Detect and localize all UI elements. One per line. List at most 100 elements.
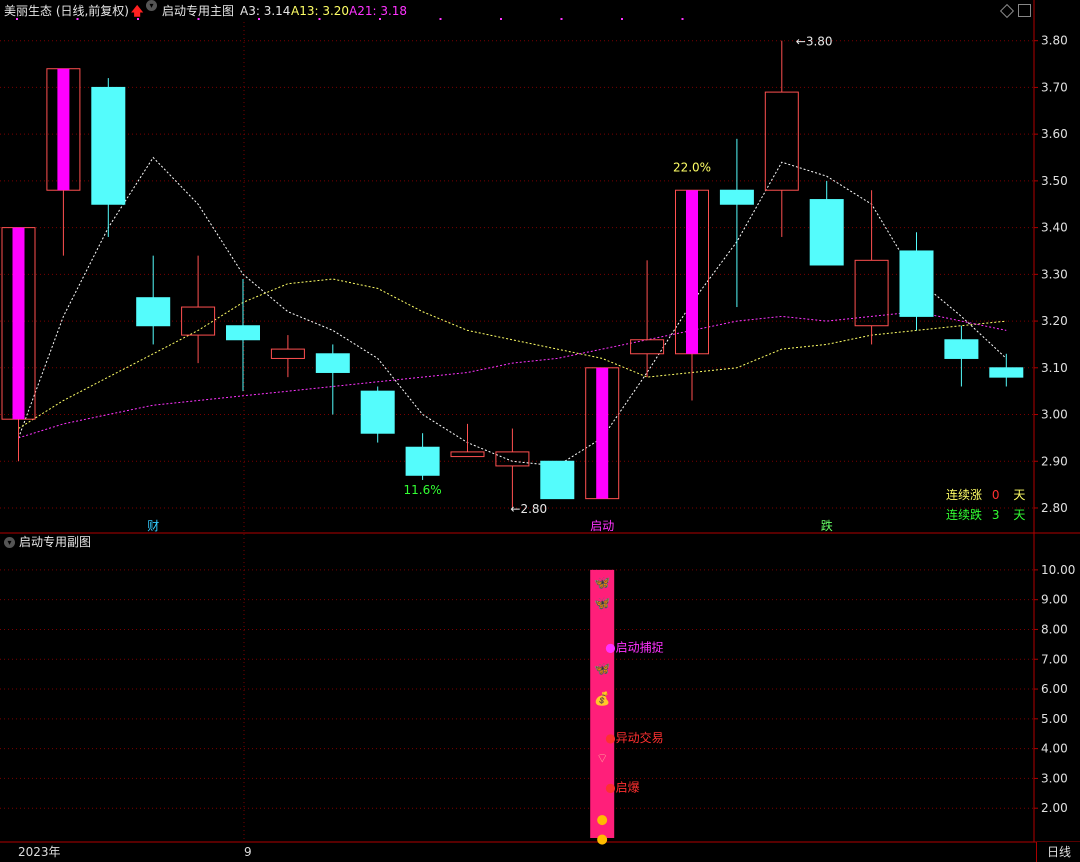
rise-streak-unit: 天	[1013, 488, 1026, 502]
ma-line-a21	[18, 311, 1007, 439]
arrow-up-icon: 🡅	[131, 4, 144, 18]
candle	[136, 255, 171, 345]
candle	[46, 68, 81, 256]
rise-streak-label: 连续涨	[946, 488, 983, 502]
sub-tick-label: 10.00	[1041, 563, 1075, 577]
main-indicator-name[interactable]: 启动专用主图	[162, 0, 234, 22]
butterfly-icon: 🦋	[594, 662, 610, 677]
candle-body	[495, 451, 530, 467]
candle	[944, 325, 979, 387]
window-toggle-icon[interactable]	[1018, 4, 1031, 17]
price-tick-label: 3.80	[1041, 34, 1068, 48]
sub-indicator-name[interactable]: 启动专用副图	[19, 532, 91, 552]
signal-marker: 启动	[590, 519, 614, 533]
fan-icon: ⌔	[596, 752, 608, 767]
year-label: 2023年	[18, 845, 61, 859]
main-chart-header: 美丽生态 (日线,前复权) 🡅 ▾ 启动专用主图 A3: 3.14 A13: 3…	[0, 0, 1034, 22]
price-tick-label: 3.10	[1041, 361, 1068, 375]
candle-body	[315, 353, 350, 373]
candle-body	[270, 348, 305, 359]
sub-tick-label: 9.00	[1041, 593, 1068, 607]
candle-body	[809, 199, 844, 266]
candle-body	[989, 367, 1024, 378]
candle-body	[226, 325, 260, 341]
rise-streak-count: 0	[991, 488, 1000, 502]
fall-streak-count: 3	[991, 508, 1000, 522]
price-tick-label: 3.00	[1041, 408, 1068, 422]
candle	[360, 386, 395, 443]
candle-body	[764, 91, 799, 191]
candle	[270, 335, 305, 378]
candle-core	[57, 68, 70, 191]
candle	[315, 344, 350, 415]
candle-body	[405, 446, 440, 476]
time-axis: 2023年 9	[0, 842, 1034, 862]
candle-body	[136, 297, 171, 327]
candle	[226, 279, 260, 392]
candle-core	[596, 367, 609, 499]
candle	[450, 423, 485, 458]
butterfly-icon: 🦋	[594, 576, 610, 591]
candle-body	[944, 339, 979, 359]
price-tick-label: 3.30	[1041, 267, 1068, 281]
candle	[764, 40, 799, 237]
stock-title[interactable]: 美丽生态 (日线,前复权)	[4, 0, 129, 22]
signal-label: ●启爆	[605, 780, 639, 794]
candle	[495, 428, 530, 508]
candle-body	[719, 189, 754, 205]
candle	[630, 260, 665, 378]
a13-value: A13: 3.20	[291, 4, 350, 18]
candle-body	[540, 460, 575, 500]
pct-change-label: 11.6%	[404, 483, 442, 497]
price-tick-label: 2.90	[1041, 454, 1068, 468]
sub-tick-label: 4.00	[1041, 742, 1068, 756]
fall-streak: 连续跌 3 天	[946, 506, 1025, 523]
rise-streak: 连续涨 0 天	[946, 486, 1025, 503]
sub-tick-label: 3.00	[1041, 771, 1068, 785]
price-tick-label: 3.70	[1041, 80, 1068, 94]
a21-value: A21: 3.18	[349, 4, 408, 18]
candle	[899, 232, 934, 331]
money-bag-icon: 💰	[594, 691, 610, 707]
candle-core	[12, 227, 25, 420]
candle-body	[450, 451, 485, 458]
price-tick-label: 3.50	[1041, 174, 1068, 188]
candle	[540, 460, 575, 500]
signal-marker: 跌	[821, 518, 833, 533]
high-price-label: ←3.80	[796, 35, 833, 49]
candle-body	[360, 390, 395, 434]
candle-core	[686, 190, 698, 354]
low-price-label: ←2.80	[510, 502, 547, 516]
candle	[91, 78, 126, 237]
candle	[405, 433, 440, 480]
period-button[interactable]: 日线	[1036, 842, 1080, 862]
sub-tick-label: 8.00	[1041, 622, 1068, 636]
candle	[719, 138, 754, 308]
signal-label: ●启动捕捉	[605, 639, 663, 654]
fall-streak-label: 连续跌	[946, 508, 983, 522]
sub-tick-label: 5.00	[1041, 712, 1068, 726]
price-tick-label: 2.80	[1041, 501, 1068, 515]
sub-tick-label: 7.00	[1041, 652, 1068, 666]
candle-body	[91, 86, 126, 205]
month-label: 9	[244, 845, 252, 859]
butterfly-icon: 🦋	[594, 597, 610, 612]
candle	[1, 227, 36, 462]
sub-tick-label: 6.00	[1041, 682, 1068, 696]
price-tick-label: 3.60	[1041, 127, 1068, 141]
kline-chart[interactable]: 3.80 3.70 3.60 3.50 3.40 3.30 3.20 3.10 3.00 2.90…	[0, 0, 1080, 862]
price-tick-label: 3.20	[1041, 314, 1068, 328]
sub-tick-label: 2.00	[1041, 801, 1068, 815]
pct-change-label: 22.0%	[673, 161, 711, 175]
fall-streak-unit: 天	[1013, 508, 1026, 522]
peach-icon: ●	[597, 813, 608, 828]
candle	[675, 189, 709, 401]
signal-label: ●异动交易	[605, 730, 663, 745]
candle	[585, 367, 620, 500]
a3-value: A3: 3.14	[240, 4, 291, 18]
candle	[181, 255, 216, 364]
candle	[989, 353, 1024, 387]
candle	[809, 180, 844, 266]
sub-indicator-menu-icon[interactable]: ▾	[4, 532, 15, 552]
candle-body	[899, 250, 934, 317]
